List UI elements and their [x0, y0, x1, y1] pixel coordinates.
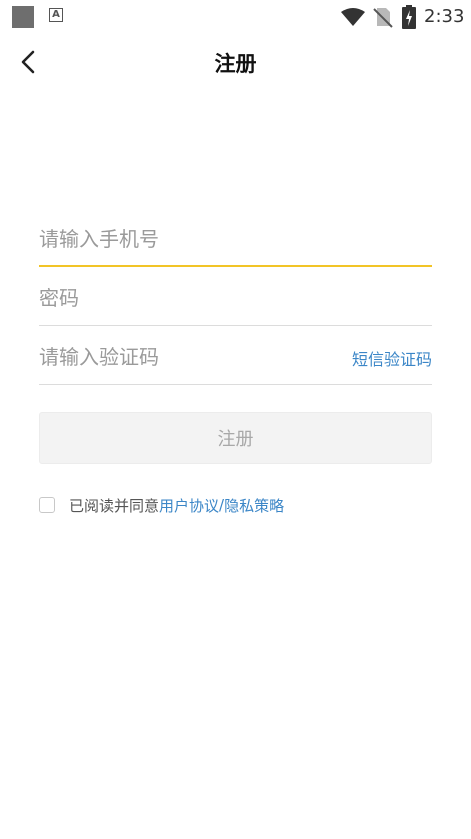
clock: 2:33 — [424, 6, 465, 27]
verification-code-input[interactable] — [39, 340, 339, 374]
sms-code-button[interactable]: 短信验证码 — [352, 346, 432, 370]
user-agreement-link[interactable]: 用户协议 — [159, 495, 219, 516]
page-title: 注册 — [214, 52, 257, 76]
app-header: 注册 — [0, 38, 471, 86]
status-bar: A 2:33 — [0, 0, 471, 34]
a-icon: A — [49, 8, 63, 22]
square-icon — [12, 6, 34, 28]
battery-icon — [402, 5, 416, 29]
agreement-prefix: 已阅读并同意 — [69, 496, 160, 515]
register-button[interactable]: 注册 — [39, 412, 432, 464]
phone-input[interactable] — [39, 222, 339, 256]
no-sim-icon — [373, 8, 393, 28]
phone-field — [39, 210, 432, 267]
agreement-checkbox[interactable] — [39, 497, 55, 513]
wifi-icon — [341, 8, 365, 26]
verification-code-field: 短信验证码 — [39, 328, 432, 385]
agreement-row: 已阅读并同意 用户协议 / 隐私策略 — [39, 494, 284, 516]
privacy-policy-link[interactable]: 隐私策略 — [224, 495, 284, 516]
password-field — [39, 269, 432, 326]
password-input[interactable] — [39, 281, 339, 315]
